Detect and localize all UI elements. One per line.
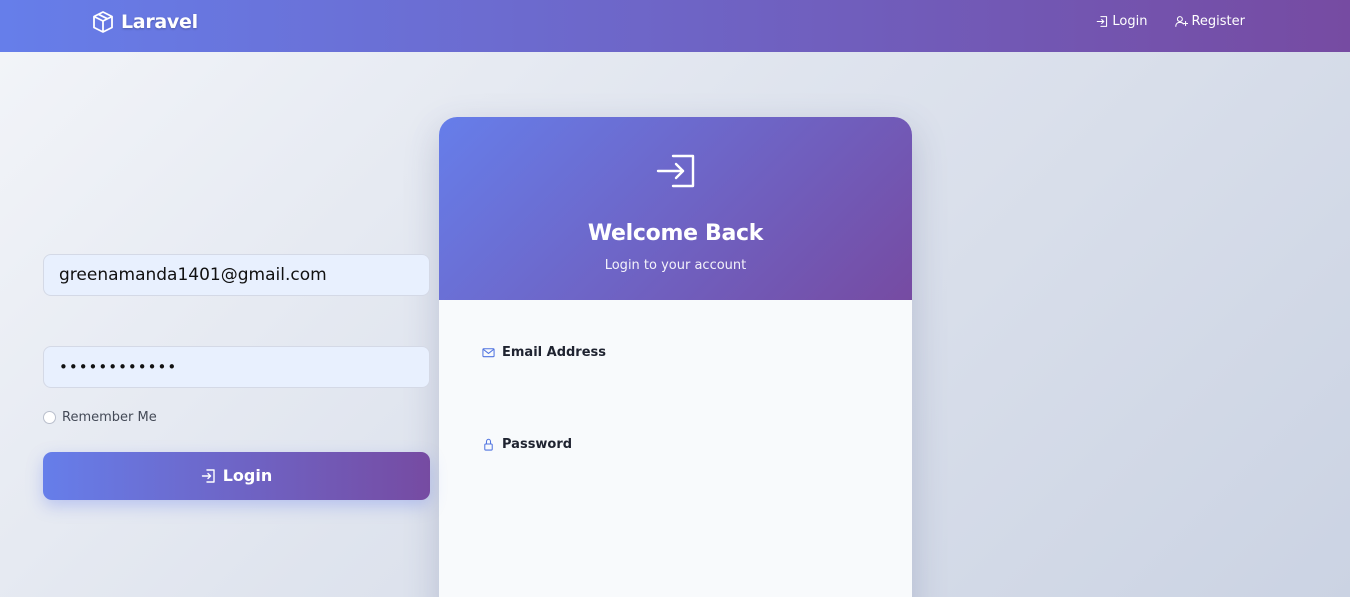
password-label-text: Password [502,437,573,452]
box-icon [93,11,113,33]
remember-me-label: Remember Me [62,410,157,425]
card-subtitle: Login to your account [604,258,747,273]
email-label-text: Email Address [502,345,607,360]
lock-icon [484,438,493,451]
email-label: Email Address [482,345,606,360]
top-navbar: Laravel Login Register [0,0,1350,52]
remember-me-checkbox[interactable] [43,411,56,424]
user-plus-icon [1175,16,1189,27]
card-title: Welcome Back [587,221,764,246]
remember-me[interactable]: Remember Me [43,410,157,425]
password-label: Password [482,437,572,452]
login-icon [201,469,215,483]
nav-login-link[interactable]: Login [1096,14,1147,29]
login-icon [1097,16,1108,27]
card-header: Welcome Back Login to your account [439,117,912,300]
email-field[interactable]: greenamanda1401@gmail.com [43,254,430,296]
login-form: Email Address Password [439,300,912,597]
login-submit-label: Login [222,466,273,485]
nav-login-label: Login [1112,14,1148,29]
login-submit-button[interactable]: Login [43,452,430,500]
login-card: Welcome Back Login to your account Email… [439,117,912,597]
nav-register-label: Register [1191,14,1245,29]
brand-link[interactable]: Laravel [91,9,198,35]
nav-links: Login Register [1096,14,1245,29]
login-icon [656,154,695,188]
envelope-icon [482,348,495,358]
password-field[interactable]: •••••••••••• [43,346,430,388]
nav-register-link[interactable]: Register [1175,14,1245,29]
brand-name: Laravel [121,11,198,33]
